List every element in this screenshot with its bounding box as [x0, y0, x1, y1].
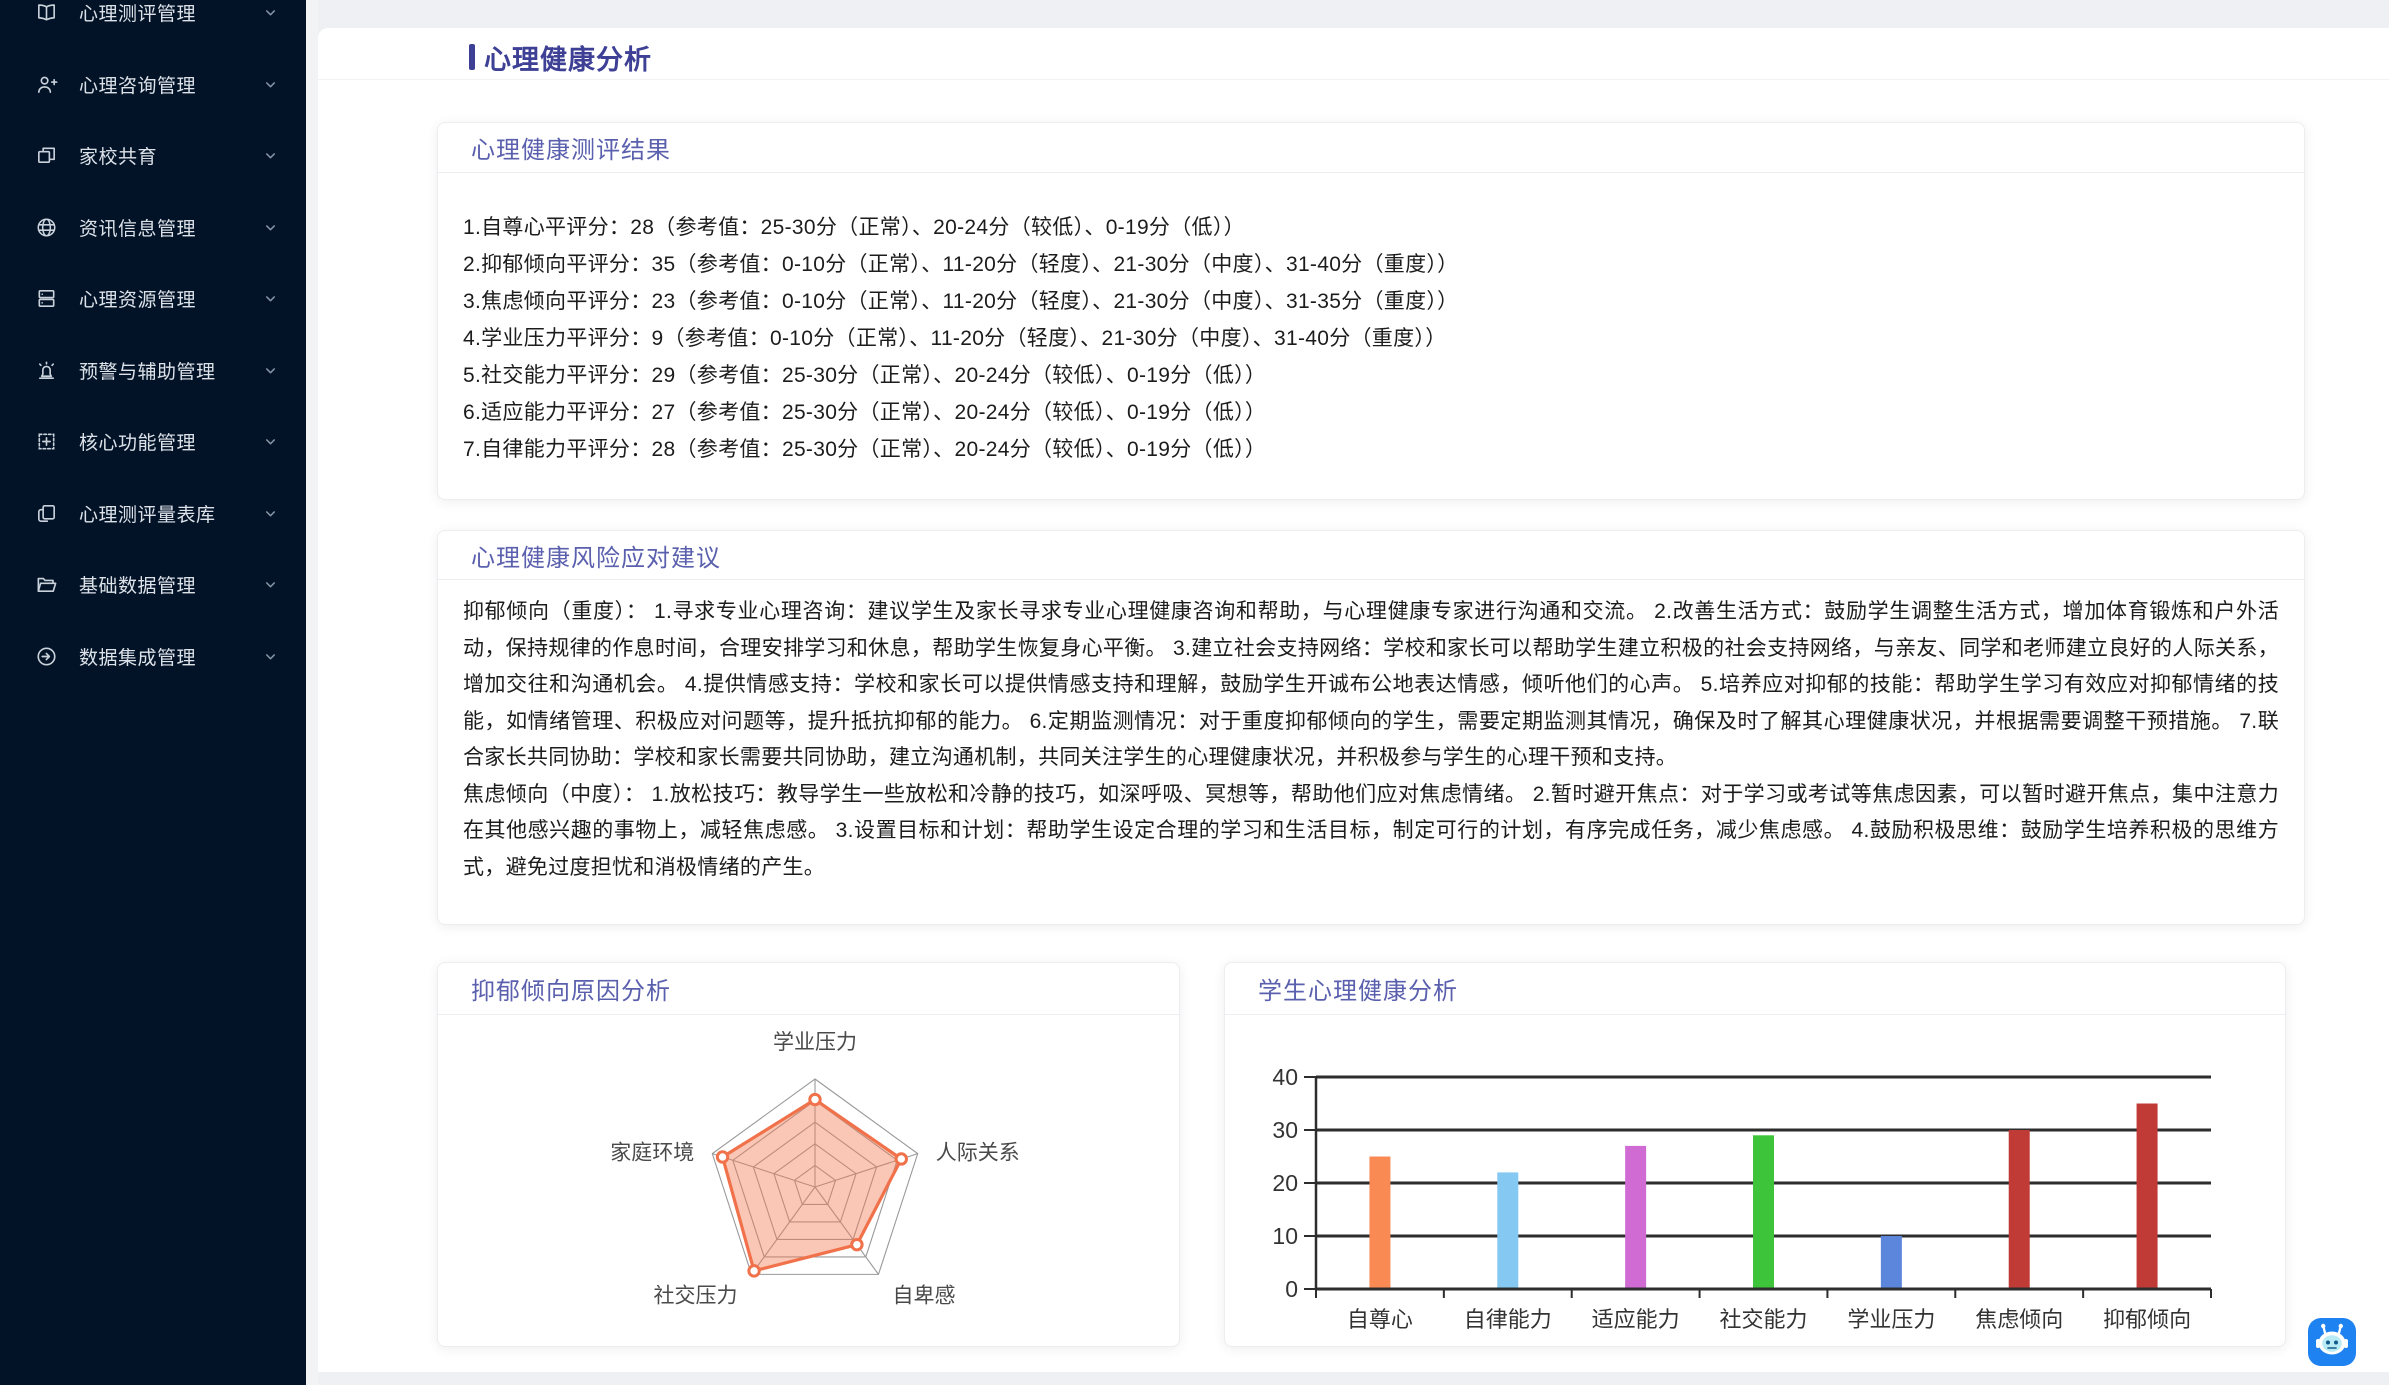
radar-axis-label: 人际关系: [936, 1142, 1020, 1165]
suggestion-paragraph: 抑郁倾向（重度）： 1.寻求专业心理咨询：建议学生及家长寻求专业心理健康咨询和帮…: [463, 594, 2279, 777]
y-axis-tick-label: 20: [1272, 1170, 1298, 1196]
score-line: 6.适应能力平评分：27（参考值：25-30分（正常）、20-24分（较低）、0…: [463, 394, 2279, 431]
sidebar-item-10[interactable]: 数据集成管理: [0, 621, 306, 693]
chevron-down-icon: [263, 5, 278, 20]
sidebar-menu: 心理测评管理心理咨询管理家校共育资讯信息管理心理资源管理预警与辅助管理核心功能管…: [0, 0, 306, 692]
sidebar-item-6[interactable]: 预警与辅助管理: [0, 335, 306, 407]
page-title: 心理健康分析: [484, 38, 652, 77]
radar-chart-svg: 学业压力人际关系自卑感 社交压力 家庭环境: [438, 1015, 1179, 1346]
sidebar-item-8[interactable]: 心理测评量表库: [0, 478, 306, 550]
chevron-down-icon: [263, 649, 278, 664]
score-line: 7.自律能力平评分：28（参考值：25-30分（正常）、20-24分（较低）、0…: [463, 431, 2279, 468]
server-icon: [35, 287, 58, 310]
book-icon: [35, 1, 58, 24]
sidebar-item-label: 心理咨询管理: [79, 71, 263, 98]
x-axis-category-label: 社交能力: [1719, 1307, 1807, 1332]
sidebar-item-2[interactable]: 心理咨询管理: [0, 49, 306, 121]
bar-焦虑倾向: [2009, 1130, 2030, 1288]
title-accent-bar: [469, 44, 475, 70]
sidebar-item-label: 核心功能管理: [79, 428, 263, 455]
sidebar-item-label: 数据集成管理: [79, 643, 263, 670]
squares-icon: [35, 144, 58, 167]
suggestion-paragraph: 焦虑倾向（中度）： 1.放松技巧：教导学生一些放松和冷静的技巧，如深呼吸、冥想等…: [463, 777, 2279, 887]
depression-cause-radar-card-title: 抑郁倾向原因分析: [471, 971, 671, 1006]
title-divider: [318, 79, 2389, 80]
x-axis-category-label: 抑郁倾向: [2103, 1307, 2191, 1332]
sidebar-item-3[interactable]: 家校共育: [0, 120, 306, 192]
risk-suggestions-card: 心理健康风险应对建议 抑郁倾向（重度）： 1.寻求专业心理咨询：建议学生及家长寻…: [437, 530, 2305, 925]
score-line: 5.社交能力平评分：29（参考值：25-30分（正常）、20-24分（较低）、0…: [463, 357, 2279, 394]
sidebar: 心理测评管理心理咨询管理家校共育资讯信息管理心理资源管理预警与辅助管理核心功能管…: [0, 0, 306, 1385]
sidebar-item-label: 预警与辅助管理: [79, 357, 263, 384]
risk-suggestions-card-header: 心理健康风险应对建议: [438, 531, 2304, 580]
score-line: 3.焦虑倾向平评分：23（参考值：0-10分（正常）、11-20分（轻度）、21…: [463, 283, 2279, 320]
radar-axis-label: 家庭环境: [610, 1142, 694, 1165]
mental-health-bar-card-header: 学生心理健康分析: [1225, 963, 2285, 1015]
radar-axis-label: 自卑感: [893, 1284, 956, 1307]
bar-自尊心: [1369, 1157, 1390, 1288]
chevron-down-icon: [263, 363, 278, 378]
page-title-row: 心理健康分析: [469, 40, 652, 74]
bar-社交能力: [1753, 1135, 1774, 1287]
sidebar-item-label: 基础数据管理: [79, 571, 263, 598]
x-axis-category-label: 适应能力: [1592, 1307, 1680, 1332]
chevron-down-icon: [263, 220, 278, 235]
assessment-results-card-header: 心理健康测评结果: [438, 123, 2304, 173]
bar-chart-svg: 0 10 20 30 40 自尊心 自律能力 适应能力 社交能力 学业压力 焦虑倾向 抑郁倾向: [1225, 1015, 2285, 1346]
sidebar-item-label: 资讯信息管理: [79, 214, 263, 241]
y-axis-tick-label: 30: [1272, 1117, 1298, 1143]
y-axis-tick-label: 10: [1272, 1223, 1298, 1249]
sidebar-item-label: 家校共育: [79, 142, 263, 169]
risk-suggestions-card-title: 心理健康风险应对建议: [471, 538, 721, 573]
score-line: 4.学业压力平评分：9（参考值：0-10分（正常）、11-20分（轻度）、21-…: [463, 320, 2279, 357]
assessment-results-card: 心理健康测评结果 1.自尊心平评分：28（参考值：25-30分（正常）、20-2…: [437, 122, 2305, 500]
y-axis-tick-label: 0: [1285, 1276, 1298, 1302]
sidebar-scrollbar[interactable]: [306, 0, 318, 1385]
chevron-down-icon: [263, 148, 278, 163]
y-axis-tick-label: 40: [1272, 1064, 1298, 1090]
x-axis-category-label: 学业压力: [1847, 1307, 1935, 1332]
chevron-down-icon: [263, 577, 278, 592]
sidebar-item-label: 心理测评管理: [79, 0, 263, 26]
bar-自律能力: [1497, 1172, 1518, 1287]
user-plus-icon: [35, 73, 58, 96]
mental-health-bar-card: 学生心理健康分析 0 10 20 30 40 自尊心 自律能力 适应能力 社交能力 学业压力 焦虑倾…: [1224, 962, 2286, 1347]
depression-cause-radar-card: 抑郁倾向原因分析 学业压力人际关系自卑感 社交压力 家庭环境: [437, 962, 1180, 1347]
chevron-down-icon: [263, 77, 278, 92]
chevron-down-icon: [263, 506, 278, 521]
sidebar-item-4[interactable]: 资讯信息管理: [0, 192, 306, 264]
copy-icon: [35, 502, 58, 525]
sidebar-item-1[interactable]: 心理测评管理: [0, 0, 306, 49]
mental-health-bar-chart: 0 10 20 30 40 自尊心 自律能力 适应能力 社交能力 学业压力 焦虑倾向 抑郁倾向: [1225, 1015, 2285, 1346]
chevron-down-icon: [263, 434, 278, 449]
assessment-results-card-title: 心理健康测评结果: [471, 130, 671, 165]
x-axis-category-label: 自尊心: [1347, 1307, 1413, 1332]
depression-cause-radar-card-header: 抑郁倾向原因分析: [438, 963, 1179, 1015]
bar-学业压力: [1881, 1236, 1902, 1288]
radar-axis-label: 学业压力: [773, 1031, 857, 1054]
x-axis-category-label: 自律能力: [1464, 1307, 1552, 1332]
alarm-icon: [35, 359, 58, 382]
sidebar-item-9[interactable]: 基础数据管理: [0, 549, 306, 621]
grid-icon: [35, 430, 58, 453]
risk-suggestions-text: 抑郁倾向（重度）： 1.寻求专业心理咨询：建议学生及家长寻求专业心理健康咨询和帮…: [438, 580, 2304, 886]
x-axis-category-label: 焦虑倾向: [1975, 1307, 2063, 1332]
chevron-down-icon: [263, 291, 278, 306]
sidebar-item-7[interactable]: 核心功能管理: [0, 406, 306, 478]
chat-robot-button[interactable]: [2308, 1318, 2356, 1366]
sidebar-item-label: 心理资源管理: [79, 285, 263, 312]
assessment-results-list: 1.自尊心平评分：28（参考值：25-30分（正常）、20-24分（较低）、0-…: [438, 173, 2304, 468]
import-icon: [35, 645, 58, 668]
bar-抑郁倾向: [2137, 1104, 2158, 1288]
sidebar-item-5[interactable]: 心理资源管理: [0, 263, 306, 335]
sidebar-item-label: 心理测评量表库: [79, 500, 263, 527]
score-line: 1.自尊心平评分：28（参考值：25-30分（正常）、20-24分（较低）、0-…: [463, 209, 2279, 246]
globe-icon: [35, 216, 58, 239]
radar-axis-label: 社交压力: [653, 1284, 737, 1307]
bar-适应能力: [1625, 1146, 1646, 1288]
mental-health-bar-card-title: 学生心理健康分析: [1258, 971, 1458, 1006]
folder-icon: [35, 573, 58, 596]
score-line: 2.抑郁倾向平评分：35（参考值：0-10分（正常）、11-20分（轻度）、21…: [463, 246, 2279, 283]
depression-cause-radar-chart: 学业压力人际关系自卑感 社交压力 家庭环境: [438, 1015, 1179, 1346]
